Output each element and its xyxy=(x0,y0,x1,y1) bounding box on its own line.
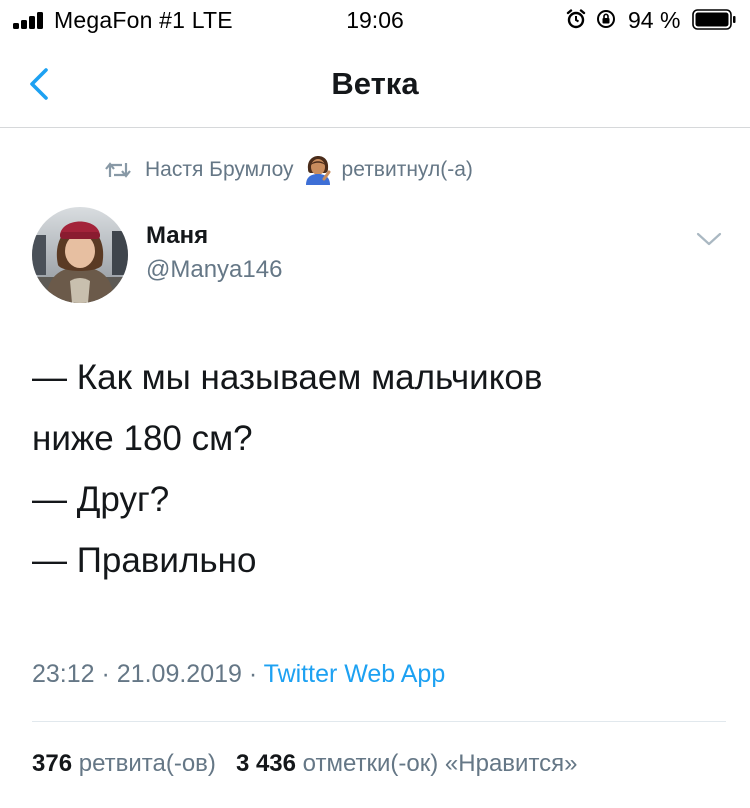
tweet-time: 23:12 xyxy=(32,660,95,688)
battery-icon xyxy=(692,9,736,30)
author-handle[interactable]: @Manya146 xyxy=(146,256,282,284)
tweet-stats: 376 ретвита(-ов) 3 436 отметки(-ок) «Нра… xyxy=(32,750,578,778)
navigation-header: Ветка xyxy=(0,40,750,128)
person-tipping-hand-emoji xyxy=(305,156,331,185)
chevron-down-icon[interactable] xyxy=(694,228,724,250)
tweet-meta: 23:12 · 21.09.2019 · Twitter Web App xyxy=(32,660,445,689)
battery-percentage: 94 % xyxy=(628,7,681,33)
retweet-context[interactable]: Настя Брумлоу ретвитнул(-а) xyxy=(105,152,473,188)
tweet-line: — Правильно xyxy=(32,541,257,580)
tweet-date: 21.09.2019 xyxy=(116,660,242,688)
retweet-action-label: ретвитнул(-а) xyxy=(341,158,473,181)
author-avatar[interactable] xyxy=(32,207,128,303)
likes-count: 3 436 xyxy=(235,750,296,777)
divider xyxy=(32,721,726,722)
tweet-line: ниже 180 см? xyxy=(32,419,253,458)
retweeter-name[interactable]: Настя Брумлоу xyxy=(145,158,294,182)
tweet-source-link[interactable]: Twitter Web App xyxy=(264,660,446,688)
page-title: Ветка xyxy=(331,66,419,101)
alarm-icon xyxy=(566,9,586,29)
meta-separator: · xyxy=(241,660,264,688)
retweets-count: 376 xyxy=(32,750,73,777)
likes-stat[interactable]: 3 436 отметки(-ок) «Нравится» xyxy=(236,750,578,777)
retweets-label: ретвита(-ов) xyxy=(78,750,216,777)
status-bar: MegaFon #1 LTE 19:06 94 % xyxy=(0,0,750,40)
likes-label: отметки(-ок) «Нравится» xyxy=(302,750,578,777)
meta-separator: · xyxy=(94,660,117,688)
tweet-line: — Друг? xyxy=(32,480,170,519)
rotation-lock-icon xyxy=(597,10,615,28)
avatar-image xyxy=(32,207,128,303)
retweet-icon xyxy=(105,162,131,178)
tweet-line: — Как мы называем мальчиков xyxy=(32,358,543,397)
author-name[interactable]: Маня xyxy=(146,222,208,250)
tweet-text: — Как мы называем мальчиков ниже 180 см?… xyxy=(32,347,722,591)
retweets-stat[interactable]: 376 ретвита(-ов) xyxy=(32,750,216,777)
